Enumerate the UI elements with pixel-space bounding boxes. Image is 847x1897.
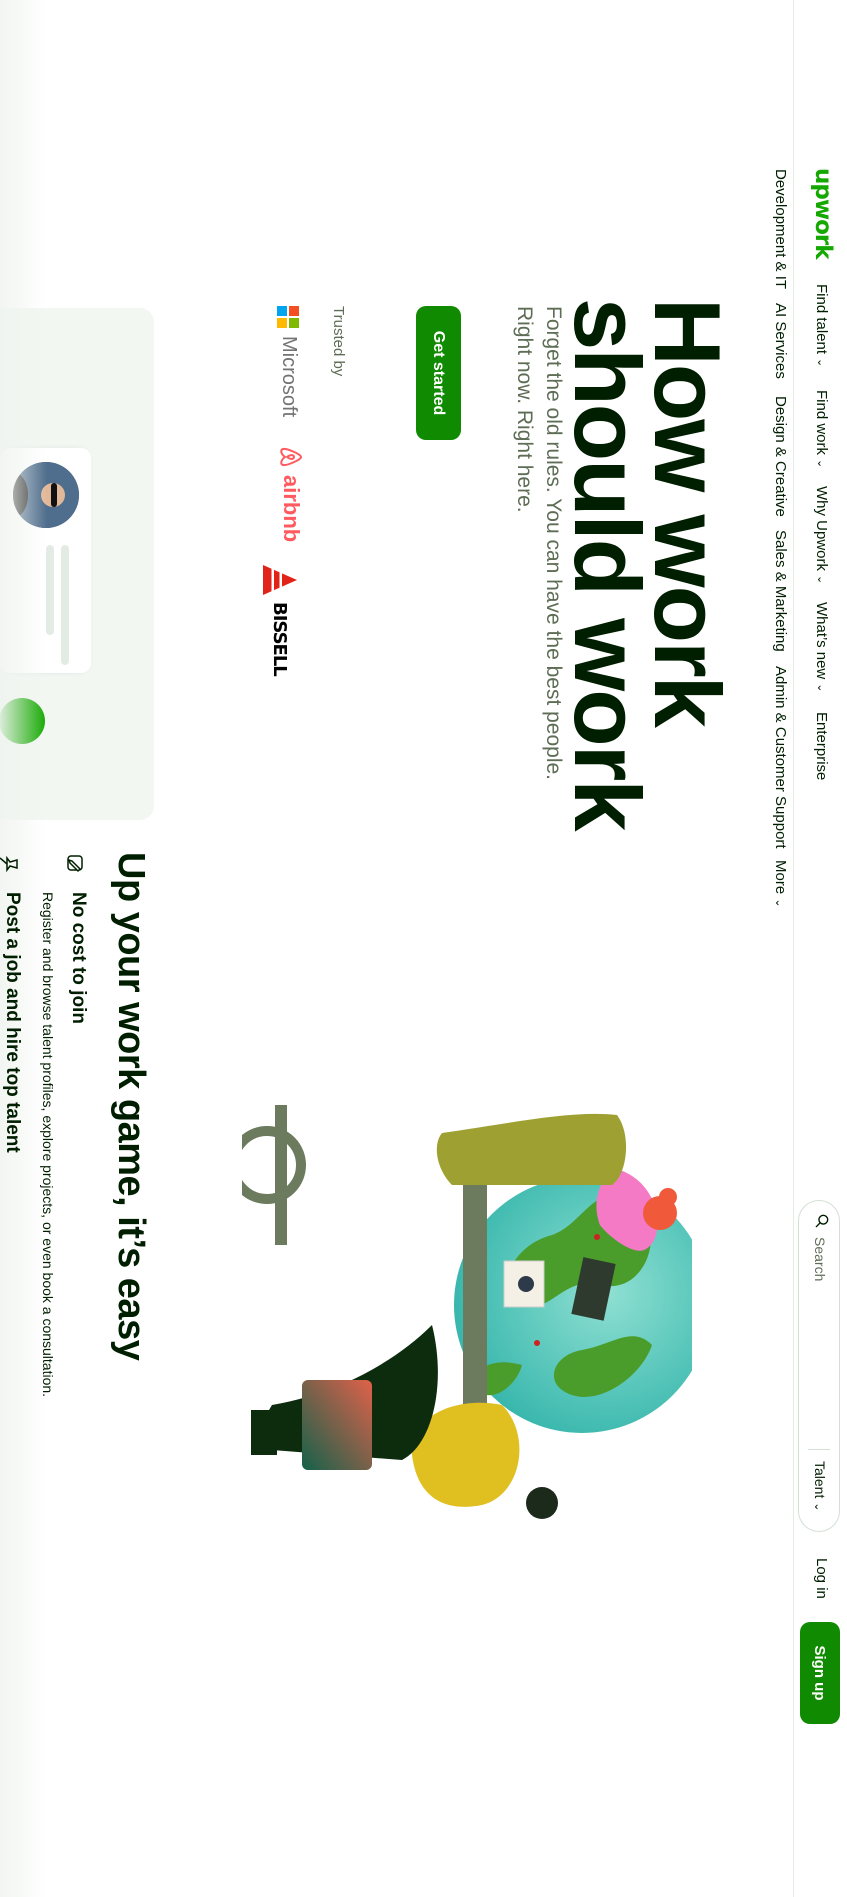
category-admin-support[interactable]: Admin & Customer Support bbox=[772, 666, 789, 849]
bag bbox=[302, 1380, 372, 1470]
chevron-down-icon: ⌄ bbox=[773, 898, 785, 908]
category-ai-services[interactable]: AI Services bbox=[772, 303, 789, 379]
microsoft-icon bbox=[277, 306, 300, 328]
bissell-logo: BISSELL bbox=[261, 562, 299, 676]
nav-label: Enterprise bbox=[813, 712, 830, 781]
person-pants bbox=[436, 1113, 627, 1185]
category-development-it[interactable]: Development & IT bbox=[772, 169, 789, 289]
category-more[interactable]: More ⌄ bbox=[772, 860, 789, 908]
search-divider bbox=[808, 1449, 830, 1450]
page-canvas: upwork Find talent ⌄ Find work ⌄ Why Upwor… bbox=[0, 0, 847, 1897]
nav-enterprise[interactable]: Enterprise bbox=[813, 712, 830, 780]
upwork-logo[interactable]: upwork bbox=[810, 168, 836, 259]
category-sales-marketing[interactable]: Sales & Marketing bbox=[772, 530, 789, 652]
pen-icon bbox=[67, 855, 83, 873]
skeleton-bar bbox=[46, 545, 54, 635]
nav-find-talent[interactable]: Find talent ⌄ bbox=[813, 284, 830, 367]
category-design-creative[interactable]: Design & Creative bbox=[772, 396, 789, 517]
step-description: Register and browse talent profiles, exp… bbox=[40, 892, 56, 1398]
chevron-down-icon: ⌄ bbox=[812, 1502, 824, 1512]
nav-label: Why Upwork bbox=[813, 486, 830, 572]
bissell-logo-text: BISSELL bbox=[269, 602, 291, 676]
search-bar[interactable]: Search Talent ⌄ bbox=[798, 1200, 840, 1532]
person-hair-bun bbox=[659, 1188, 677, 1206]
top-header: upwork Find talent ⌄ Find work ⌄ Why Upwor… bbox=[793, 0, 847, 1897]
chair-seat bbox=[275, 1105, 287, 1245]
nav-label: Find talent bbox=[813, 284, 830, 355]
steps-title: Up your work game, it’s easy bbox=[110, 852, 152, 1361]
nav-label: Find work bbox=[813, 390, 830, 456]
chevron-down-icon: ⌄ bbox=[815, 683, 827, 693]
microsoft-logo-text: Microsoft bbox=[278, 336, 300, 418]
pin-icon bbox=[0, 855, 18, 873]
hero-title: How work should work bbox=[555, 298, 740, 830]
nav-whats-new[interactable]: What’s new ⌄ bbox=[813, 602, 830, 692]
search-scope-select[interactable]: Talent ⌄ bbox=[812, 1461, 828, 1511]
trusted-by-label: Trusted by bbox=[330, 306, 347, 377]
get-started-button[interactable]: Get started bbox=[416, 306, 461, 440]
chevron-down-icon: ⌄ bbox=[815, 358, 827, 368]
shoe bbox=[251, 1410, 277, 1455]
search-input[interactable]: Search bbox=[812, 1237, 828, 1281]
airbnb-logo: airbnb bbox=[278, 445, 304, 542]
chevron-down-icon: ⌄ bbox=[815, 459, 827, 469]
search-icon bbox=[815, 1214, 829, 1228]
microsoft-logo: Microsoft bbox=[277, 306, 300, 417]
search-scope-label: Talent bbox=[812, 1461, 828, 1499]
bissell-icon bbox=[263, 565, 297, 595]
login-link[interactable]: Log in bbox=[813, 1558, 830, 1599]
signup-button[interactable]: Sign up bbox=[800, 1622, 840, 1724]
hero-title-line2: should work bbox=[555, 298, 660, 830]
category-more-label: More bbox=[772, 860, 789, 895]
chair bbox=[242, 1126, 306, 1204]
map-pin bbox=[594, 1234, 600, 1240]
person-head bbox=[526, 1487, 558, 1519]
hero-illustration bbox=[242, 1105, 692, 1519]
skeleton-bar bbox=[61, 545, 69, 665]
nav-label: What’s new bbox=[813, 602, 830, 680]
chevron-down-icon: ⌄ bbox=[815, 575, 827, 585]
airbnb-logo-text: airbnb bbox=[279, 475, 304, 543]
map-pin bbox=[534, 1340, 540, 1346]
nav-why-upwork[interactable]: Why Upwork ⌄ bbox=[813, 486, 830, 584]
hero-subtitle: Forget the old rules. You can have the b… bbox=[513, 306, 565, 781]
step-title: No cost to join bbox=[68, 892, 89, 1024]
nav-find-work[interactable]: Find work ⌄ bbox=[813, 390, 830, 468]
step-title: Post a job and hire top talent bbox=[2, 892, 23, 1153]
photo-face bbox=[518, 1276, 534, 1292]
airbnb-icon bbox=[280, 447, 303, 467]
